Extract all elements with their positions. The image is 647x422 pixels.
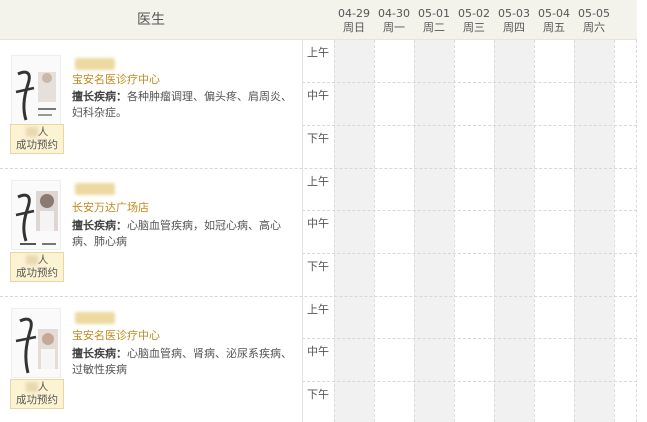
- day-header: 05-04 周五: [538, 7, 570, 34]
- grid-line: [534, 40, 535, 422]
- grid-line: [334, 40, 335, 422]
- period-noon: 中午: [307, 89, 329, 102]
- period-morning: 上午: [307, 175, 329, 188]
- doctor-separator: [0, 168, 637, 169]
- row-separator: [302, 210, 637, 211]
- day-column-2: [414, 40, 454, 422]
- doctor-specialty: 擅长疾病：各种肿瘤调理、偏头疼、肩周炎、 妇科杂症。: [72, 90, 292, 119]
- row-separator: [302, 125, 637, 126]
- day-header: 04-30 周一: [378, 7, 410, 34]
- grid-line: [494, 40, 495, 422]
- doctor-hospital[interactable]: 宝安名医诊疗中心: [72, 73, 160, 87]
- doctor-column-header: 医生: [137, 12, 165, 28]
- period-morning: 上午: [307, 303, 329, 316]
- grid-line: [414, 40, 415, 422]
- day-column-4: [494, 40, 534, 422]
- day-column-3: [454, 40, 494, 422]
- row-separator: [302, 82, 637, 83]
- day-column-1: [374, 40, 414, 422]
- doctor-separator: [0, 296, 637, 297]
- row-separator: [302, 381, 637, 382]
- grid-line: [454, 40, 455, 422]
- day-header: 04-29 周日: [338, 7, 370, 34]
- row-separator: [302, 338, 637, 339]
- doctor-photo[interactable]: [11, 55, 61, 125]
- doctor-photo[interactable]: [11, 308, 61, 378]
- booking-count-badge: 人 成功预约: [10, 252, 64, 282]
- period-noon: 中午: [307, 345, 329, 358]
- grid-line: [636, 40, 637, 422]
- day-header: 05-03 周四: [498, 7, 530, 34]
- day-column-end: [614, 40, 637, 422]
- doctor-name[interactable]: [75, 58, 115, 70]
- day-column-6: [574, 40, 614, 422]
- day-column-0: [334, 40, 374, 422]
- day-header: 05-02 周三: [458, 7, 490, 34]
- row-separator: [302, 253, 637, 254]
- booking-count-badge: 人 成功预约: [10, 379, 64, 409]
- period-afternoon: 下午: [307, 132, 329, 145]
- grid-line: [574, 40, 575, 422]
- grid-line: [374, 40, 375, 422]
- doctor-hospital[interactable]: 长安万达广场店: [72, 201, 149, 215]
- doctor-specialty: 擅长疾病：心脑血管病、肾病、泌尿系疾病、 过敏性疾病: [72, 347, 292, 376]
- period-afternoon: 下午: [307, 260, 329, 273]
- table-header: 医生 04-29 周日 04-30 周一 05-01 周二 05-02 周三 05-03…: [0, 0, 637, 40]
- period-morning: 上午: [307, 46, 329, 59]
- doctor-photo[interactable]: [11, 180, 61, 250]
- doctor-hospital[interactable]: 宝安名医诊疗中心: [72, 329, 160, 343]
- doctor-name[interactable]: [75, 312, 115, 324]
- day-header: 05-05 周六: [578, 7, 610, 34]
- day-column-5: [534, 40, 574, 422]
- period-noon: 中午: [307, 217, 329, 230]
- grid-line: [614, 40, 615, 422]
- doctor-specialty: 擅长疾病：心脑血管疾病，如冠心病、高心 病、肺心病: [72, 219, 281, 248]
- booking-count-badge: 人 成功预约: [10, 124, 64, 154]
- day-header: 05-01 周二: [418, 7, 450, 34]
- period-afternoon: 下午: [307, 388, 329, 401]
- schedule-table: 医生 04-29 周日 04-30 周一 05-01 周二 05-02 周三 05-03…: [0, 0, 647, 422]
- doctor-name[interactable]: [75, 183, 115, 195]
